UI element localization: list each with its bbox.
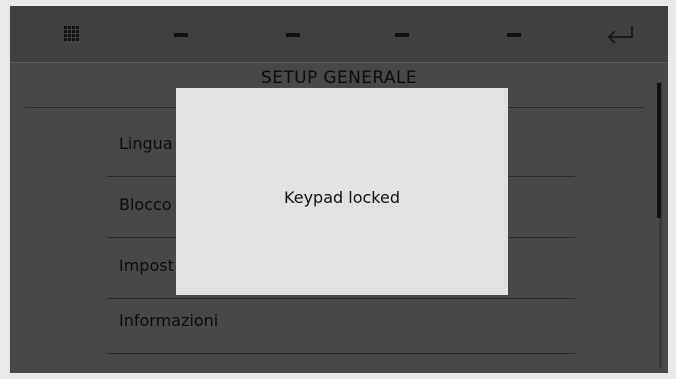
device-screen: SETUP GENERALE Lingua Blocco Impost Info… xyxy=(10,6,668,373)
menu-item-informazioni[interactable]: Informazioni xyxy=(107,293,575,354)
dash-placeholder-3 xyxy=(395,33,409,37)
page-title: SETUP GENERALE xyxy=(261,68,417,88)
menu-item-label: Informazioni xyxy=(119,311,219,330)
menu-divider xyxy=(107,353,575,354)
dash-placeholder-4 xyxy=(507,33,521,37)
grid-menu-icon[interactable] xyxy=(64,26,80,42)
enter-return-icon[interactable] xyxy=(605,24,635,46)
menu-item-label: Blocco xyxy=(119,195,172,214)
dash-placeholder-2 xyxy=(286,33,300,37)
scrollbar-thumb[interactable] xyxy=(657,83,661,218)
menu-item-label: Lingua xyxy=(119,134,173,153)
keypad-locked-dialog: Keypad locked xyxy=(176,88,508,295)
top-toolbar xyxy=(10,6,668,63)
dialog-message: Keypad locked xyxy=(284,188,400,207)
menu-item-label: Impost xyxy=(119,256,174,275)
dash-placeholder-1 xyxy=(174,33,188,37)
